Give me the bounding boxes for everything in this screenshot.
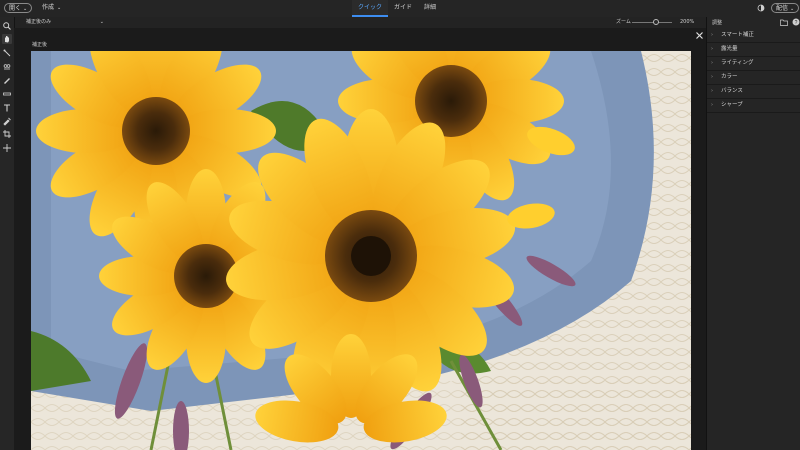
adjustment-label: バランス xyxy=(721,88,743,94)
adjustment-label: 露光量 xyxy=(721,46,738,52)
hand-icon[interactable] xyxy=(2,34,12,44)
straighten-icon[interactable] xyxy=(2,89,12,99)
spot-healing-icon[interactable] xyxy=(2,116,12,126)
adjustments-panel: 調整 ? › スマート補正 › 露光量 › ライティング › カラー › バラン… xyxy=(706,17,800,450)
zoom-value: 200% xyxy=(680,19,695,25)
zoom-icon[interactable] xyxy=(2,21,12,31)
create-label: 作成 xyxy=(42,4,55,11)
open-label: 開く xyxy=(9,5,22,12)
adjustment-label: スマート補正 xyxy=(721,32,754,38)
adjustment-label: ライティング xyxy=(721,60,754,66)
folder-icon[interactable] xyxy=(780,19,788,26)
adjustment-lighting[interactable]: › ライティング xyxy=(707,57,800,71)
open-button[interactable]: 開く ⌄ xyxy=(4,3,33,13)
half-circle-icon[interactable] xyxy=(757,4,765,12)
view-mode-select[interactable]: 補正後のみ ⌄ xyxy=(26,18,104,27)
svg-text:?: ? xyxy=(795,20,798,26)
photo-image xyxy=(31,51,691,450)
create-menu[interactable]: 作成 ⌄ xyxy=(42,3,61,13)
tab-guided[interactable]: ガイド xyxy=(388,0,418,17)
panel-icons: ? xyxy=(780,18,800,26)
after-label: 補正後 xyxy=(32,42,48,48)
chevron-right-icon: › xyxy=(711,32,713,38)
chevron-down-icon: ⌄ xyxy=(57,5,62,11)
share-label: 配信 xyxy=(776,5,789,12)
text-icon[interactable] xyxy=(2,103,12,113)
share-button[interactable]: 配信 ⌄ xyxy=(771,3,800,13)
panel-title: 調整 xyxy=(712,20,723,26)
adjustment-smart-fix[interactable]: › スマート補正 xyxy=(707,29,800,43)
adjustment-list: › スマート補正 › 露光量 › ライティング › カラー › バランス › シ… xyxy=(707,29,800,113)
mode-tabs: クイック ガイド 詳細 xyxy=(352,0,442,17)
help-icon[interactable]: ? xyxy=(792,18,800,26)
tab-quick[interactable]: クイック xyxy=(352,0,389,17)
view-bar: 補正後のみ ⌄ ズーム 200% xyxy=(0,17,800,28)
chevron-right-icon: › xyxy=(711,46,713,52)
adjustment-color[interactable]: › カラー xyxy=(707,71,800,85)
whiten-teeth-icon[interactable] xyxy=(2,75,12,85)
zoom-label: ズーム xyxy=(616,19,631,25)
adjustment-label: シャープ xyxy=(721,102,743,108)
close-icon[interactable] xyxy=(695,31,704,40)
eye-icon[interactable] xyxy=(2,62,12,72)
chevron-right-icon: › xyxy=(711,60,713,66)
tab-expert[interactable]: 詳細 xyxy=(418,0,442,17)
top-bar: 開く ⌄ 作成 ⌄ クイック ガイド 詳細 配信 ⌄ xyxy=(0,0,800,18)
chevron-down-icon: ⌄ xyxy=(99,19,104,25)
adjustment-sharpen[interactable]: › シャープ xyxy=(707,99,800,113)
view-mode-value: 補正後のみ xyxy=(26,19,52,25)
adjustment-label: カラー xyxy=(721,74,738,80)
zoom-slider-thumb[interactable] xyxy=(653,19,659,25)
move-icon[interactable] xyxy=(2,143,12,153)
chevron-down-icon: ⌄ xyxy=(790,6,795,12)
crop-icon[interactable] xyxy=(2,129,12,139)
tools-panel xyxy=(0,17,15,450)
adjustment-balance[interactable]: › バランス xyxy=(707,85,800,99)
quick-selection-icon[interactable] xyxy=(2,48,12,58)
chevron-down-icon: ⌄ xyxy=(23,6,28,12)
adjustment-exposure[interactable]: › 露光量 xyxy=(707,43,800,57)
chevron-right-icon: › xyxy=(711,88,713,94)
chevron-right-icon: › xyxy=(711,102,713,108)
chevron-right-icon: › xyxy=(711,74,713,80)
zoom-slider-track[interactable] xyxy=(632,22,672,23)
sunflower-photo xyxy=(31,51,691,450)
